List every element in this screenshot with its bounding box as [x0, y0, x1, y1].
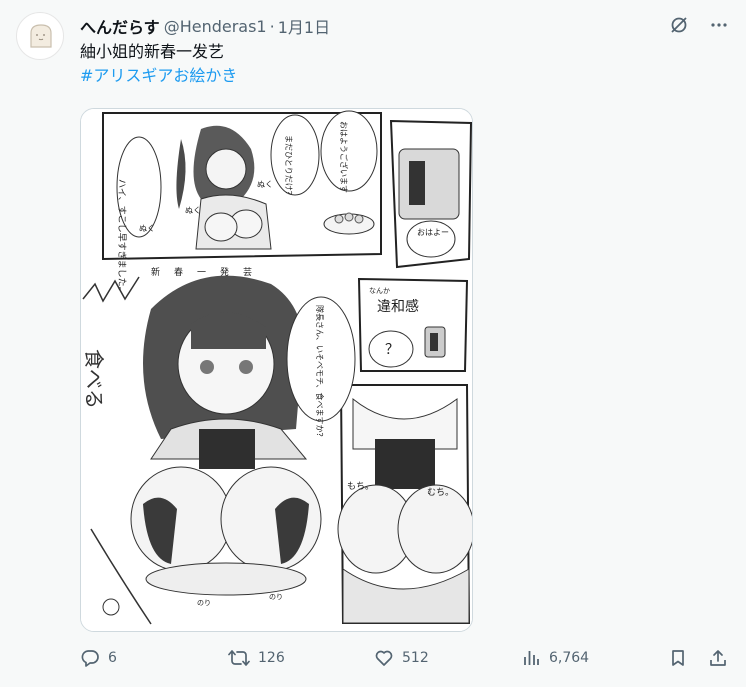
action-bar: 6 126 512 6,764: [80, 648, 730, 676]
bookmark-icon: [672, 650, 684, 666]
header-separator: ·: [269, 16, 275, 36]
reply-icon: [81, 650, 99, 667]
manga-speech-2: まだひとりだけ？: [284, 135, 293, 199]
like-button[interactable]: 512: [374, 648, 429, 668]
manga-label-2: のり: [269, 593, 283, 601]
more-icon[interactable]: [708, 14, 730, 36]
post-text: 紬小姐的新春一发艺 #アリスギアお絵かき: [80, 40, 237, 88]
post-body: 紬小姐的新春一发艺: [80, 42, 225, 61]
share-button[interactable]: [708, 648, 728, 668]
repost-button[interactable]: 126: [228, 648, 285, 668]
post-image[interactable]: ハイ、すこし早すぎました。 まだひとりだけ？ おはようございます おはよー ぬく…: [80, 108, 473, 632]
share-icon: [710, 650, 726, 666]
manga-sfx-4: もち。: [347, 481, 374, 492]
bookmark-button[interactable]: [668, 648, 688, 668]
hashtag-link[interactable]: #アリスギアお絵かき: [80, 64, 237, 88]
post-date[interactable]: 1月1日: [278, 14, 330, 38]
reply-button[interactable]: 6: [80, 648, 117, 668]
repost-icon: [228, 650, 250, 666]
manga-caption-top: なんか: [369, 287, 390, 295]
manga-speech-3: おはようございます: [339, 121, 349, 193]
post-header: へんだらす @Henderas1 · 1月1日: [80, 14, 330, 38]
manga-speech-1: ハイ、すこし早すぎました。: [116, 179, 128, 296]
views-button[interactable]: 6,764: [521, 648, 589, 668]
manga-label-1: のり: [197, 599, 211, 607]
manga-question: ？: [385, 342, 399, 358]
avatar[interactable]: [16, 12, 64, 60]
manga-caption-main: 違和感: [377, 298, 419, 315]
post: へんだらす @Henderas1 · 1月1日 紬小姐的新春一发艺 #アリスギア…: [0, 0, 746, 687]
grok-icon[interactable]: [668, 14, 690, 36]
manga-sfx-2: ぬく: [257, 180, 273, 189]
manga-sfx-5: むち。: [427, 487, 454, 498]
manga-big-sfx: 食べる: [82, 349, 106, 409]
top-actions: [668, 14, 730, 36]
avatar-bread-icon: [30, 24, 52, 48]
views-count: 6,764: [549, 650, 590, 666]
manga-illustration: ハイ、すこし早すぎました。 まだひとりだけ？ おはようございます おはよー ぬく…: [81, 109, 472, 631]
views-icon: [524, 651, 539, 665]
manga-speech-5: 隊長さん、いそべモチ、食べますか？: [315, 305, 325, 441]
repost-count: 126: [258, 650, 285, 666]
manga-sfx-1: ぬく: [185, 206, 201, 215]
like-icon: [375, 650, 393, 666]
reply-count: 6: [108, 650, 117, 666]
like-count: 512: [402, 650, 429, 666]
author-handle[interactable]: @Henderas1: [164, 17, 267, 36]
manga-speech-4: おはよー: [417, 228, 449, 237]
author-display-name[interactable]: へんだらす: [80, 14, 160, 38]
manga-sfx-3: ぬく: [139, 224, 155, 233]
manga-banner: 新春一発芸: [151, 266, 266, 278]
